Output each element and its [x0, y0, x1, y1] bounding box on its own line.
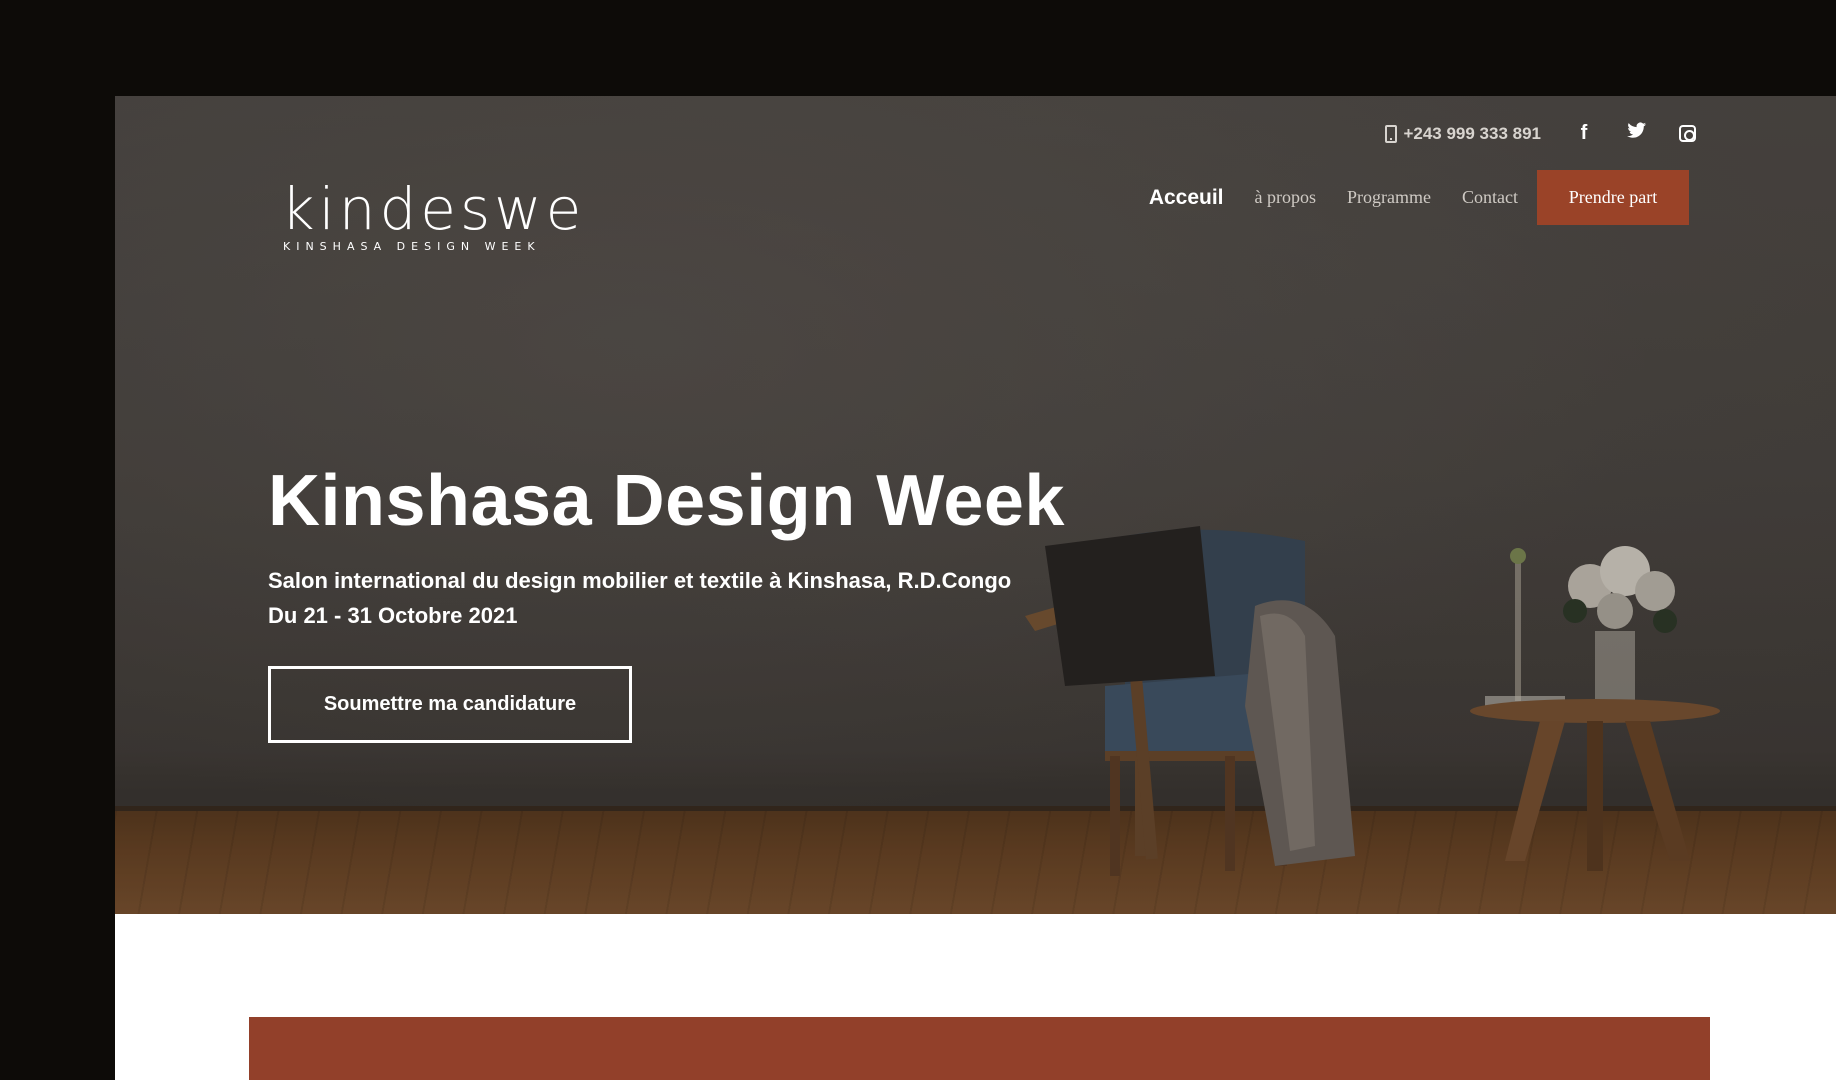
nav-item-acceuil[interactable]: Acceuil	[1149, 186, 1224, 210]
accent-band	[249, 1017, 1710, 1080]
prendre-part-button[interactable]: Prendre part	[1537, 170, 1689, 225]
twitter-icon[interactable]	[1627, 122, 1647, 145]
phone-icon	[1385, 124, 1398, 143]
page: +243 999 333 891 f kindeswe KINSHASA DES…	[115, 96, 1836, 1080]
nav-item-contact[interactable]: Contact	[1462, 187, 1518, 208]
logo-wordmark: kindeswe	[281, 175, 586, 243]
top-bar: +243 999 333 891 f	[1385, 122, 1696, 145]
facebook-icon[interactable]: f	[1575, 122, 1593, 145]
hero-title: Kinshasa Design Week	[268, 461, 1065, 541]
nav-item-programme[interactable]: Programme	[1347, 187, 1431, 208]
hero-subtitle: Salon international du design mobilier e…	[268, 563, 1011, 633]
phone-contact[interactable]: +243 999 333 891	[1385, 124, 1541, 144]
hero-subtitle-line1: Salon international du design mobilier e…	[268, 568, 1012, 593]
logo-tagline: KINSHASA DESIGN WEEK	[283, 240, 541, 253]
nav-item-a-propos[interactable]: à propos	[1255, 187, 1317, 208]
instagram-icon[interactable]	[1679, 125, 1696, 142]
hero-subtitle-line2: Du 21 - 31 Octobre 2021	[268, 603, 518, 628]
main-nav: Acceuil à propos Programme Contact Prend…	[1149, 170, 1689, 225]
hero-section: +243 999 333 891 f kindeswe KINSHASA DES…	[115, 96, 1836, 914]
submit-application-button[interactable]: Soumettre ma candidature	[268, 666, 632, 743]
logo[interactable]: kindeswe KINSHASA DESIGN WEEK	[281, 180, 585, 253]
phone-number: +243 999 333 891	[1403, 123, 1541, 143]
